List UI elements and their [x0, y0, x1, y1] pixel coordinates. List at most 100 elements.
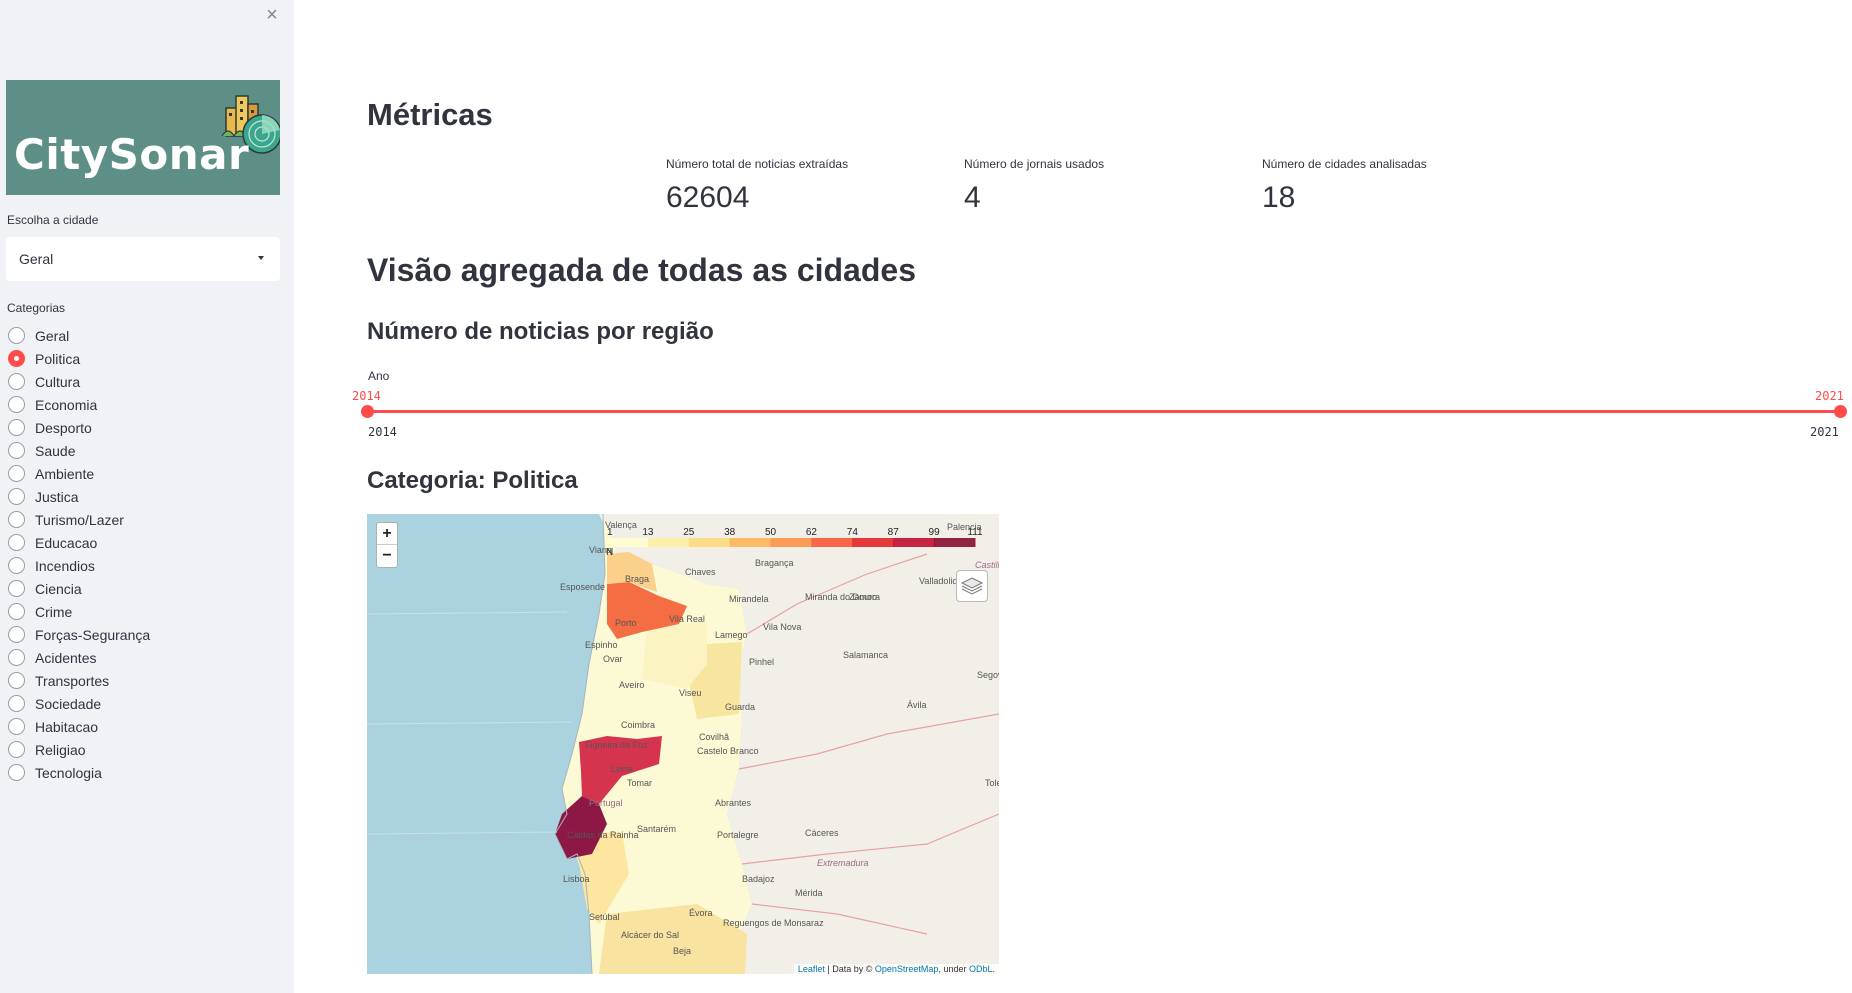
radio-button-icon[interactable] [8, 626, 25, 643]
category-radio-item[interactable]: Religiao [8, 738, 150, 761]
map-place-label: Viseu [679, 688, 701, 698]
map-place-label: Castilla y León [975, 560, 999, 570]
category-radio-item[interactable]: Acidentes [8, 646, 150, 669]
map-place-label: Chaves [685, 567, 716, 577]
city-select-label: Escolha a cidade [7, 213, 99, 227]
map-place-label: Lisboa [563, 874, 590, 884]
radio-button-icon[interactable] [8, 741, 25, 758]
category-radio-label: Acidentes [35, 649, 97, 666]
layers-icon [960, 577, 984, 595]
category-radio-item[interactable]: Crime [8, 600, 150, 623]
map-place-label: Vila Nova [763, 622, 801, 632]
map-place-label: Leiria [611, 764, 633, 774]
radio-button-icon[interactable] [8, 419, 25, 436]
map-place-label: Cáceres [805, 828, 839, 838]
legend-tick-label: 25 [683, 527, 695, 538]
category-radio-item[interactable]: Sociedade [8, 692, 150, 715]
citysonar-logo: CitySonar [6, 80, 280, 195]
legend-color-swatch [647, 538, 690, 547]
radio-button-icon[interactable] [8, 396, 25, 413]
category-radio-item[interactable]: Forças-Segurança [8, 623, 150, 646]
zoom-in-button[interactable]: + [377, 523, 397, 545]
radio-button-icon[interactable] [8, 695, 25, 712]
metric-label: Número de cidades analisadas [1262, 157, 1427, 171]
radio-button-icon[interactable] [8, 373, 25, 390]
year-slider-high-thumb[interactable] [1834, 405, 1847, 418]
map-place-label: Lamego [715, 630, 748, 640]
category-radio-item[interactable]: Transportes [8, 669, 150, 692]
radio-button-icon[interactable] [8, 327, 25, 344]
category-radio-label: Justica [35, 488, 79, 505]
map-place-label: Braga [625, 574, 649, 584]
category-radio-item[interactable]: Politica [8, 347, 150, 370]
radio-button-icon[interactable] [8, 350, 25, 367]
map-place-label: Portalegre [717, 830, 759, 840]
category-radio-item[interactable]: Educacao [8, 531, 150, 554]
radio-button-icon[interactable] [8, 465, 25, 482]
map-place-label: Toledo [985, 778, 999, 788]
map-place-label: Covilhã [699, 732, 729, 742]
category-radio-item[interactable]: Justica [8, 485, 150, 508]
category-radio-item[interactable]: Habitacao [8, 715, 150, 738]
year-slider-track[interactable] [367, 410, 1841, 413]
year-slider-label: Ano [368, 369, 390, 383]
radio-button-icon[interactable] [8, 649, 25, 666]
category-radio-item[interactable]: Tecnologia [8, 761, 150, 784]
category-radio-label: Religiao [35, 741, 86, 758]
legend-tick-label: 99 [929, 527, 941, 538]
zoom-out-button[interactable]: − [377, 545, 397, 567]
map-canvas[interactable]: 1 13 25 38 50 62 74 87 99 111N ValençaVianaEspose… [367, 514, 999, 974]
radio-button-icon[interactable] [8, 488, 25, 505]
radio-button-icon[interactable] [8, 764, 25, 781]
aggregate-title: Visão agregada de todas as cidades [367, 252, 916, 288]
map-place-label: Mérida [795, 888, 823, 898]
radio-button-icon[interactable] [8, 557, 25, 574]
year-slider-low-thumb[interactable] [361, 405, 374, 418]
category-radio-item[interactable]: Saude [8, 439, 150, 462]
metric-label: Número total de noticias extraídas [666, 157, 849, 171]
category-radio-item[interactable]: Desporto [8, 416, 150, 439]
radio-button-icon[interactable] [8, 534, 25, 551]
map-place-label: Setúbal [589, 912, 620, 922]
category-radio-label: Sociedade [35, 695, 102, 712]
category-radio-item[interactable]: Cultura [8, 370, 150, 393]
legend-color-swatch [811, 538, 853, 547]
map-zoom-control: + − [376, 522, 398, 568]
radio-button-icon[interactable] [8, 511, 25, 528]
category-radio-item[interactable]: Geral [8, 324, 150, 347]
close-sidebar-icon[interactable]: × [262, 4, 282, 26]
map-place-label: Portugal [589, 798, 623, 808]
osm-link[interactable]: OpenStreetMap [875, 964, 939, 974]
category-radio-item[interactable]: Incendios [8, 554, 150, 577]
category-radio-item[interactable]: Economia [8, 393, 150, 416]
legend-color-swatch [688, 538, 731, 547]
map-place-label: Zamora [849, 592, 880, 602]
map-place-label: Valladolid [919, 576, 957, 586]
category-radio-item[interactable]: Ciencia [8, 577, 150, 600]
metric-label: Número de jornais usados [964, 157, 1105, 171]
radio-button-icon[interactable] [8, 580, 25, 597]
legend-color-swatch [607, 538, 649, 547]
map-place-label: Vila Real [669, 614, 705, 624]
legend-color-swatch [934, 538, 976, 547]
sidebar: × CitySonar Escolha a cidade Geral Categ… [0, 0, 294, 993]
radio-button-icon[interactable] [8, 672, 25, 689]
map-attribution: Leaflet | Data by © OpenStreetMap, under… [793, 964, 999, 974]
map-place-label: Alcácer do Sal [621, 930, 679, 940]
radio-button-icon[interactable] [8, 718, 25, 735]
odbl-link[interactable]: ODbL [969, 964, 993, 974]
region-title: Número de noticias por região [367, 318, 714, 345]
map-place-label: Pinhel [749, 657, 774, 667]
leaflet-link[interactable]: Leaflet [798, 964, 825, 974]
map-place-label: Coimbra [621, 720, 655, 730]
map-place-label: Salamanca [843, 650, 888, 660]
choropleth-map[interactable]: 1 13 25 38 50 62 74 87 99 111 N Valença Viana Espose… [367, 514, 999, 974]
category-radio-item[interactable]: Turismo/Lazer [8, 508, 150, 531]
city-select[interactable]: Geral [6, 237, 280, 281]
radio-button-icon[interactable] [8, 603, 25, 620]
attribution-end: . [992, 964, 995, 974]
category-radio-item[interactable]: Ambiente [8, 462, 150, 485]
radio-button-icon[interactable] [8, 442, 25, 459]
map-place-label: Abrantes [715, 798, 752, 808]
layers-control-button[interactable] [956, 570, 988, 602]
